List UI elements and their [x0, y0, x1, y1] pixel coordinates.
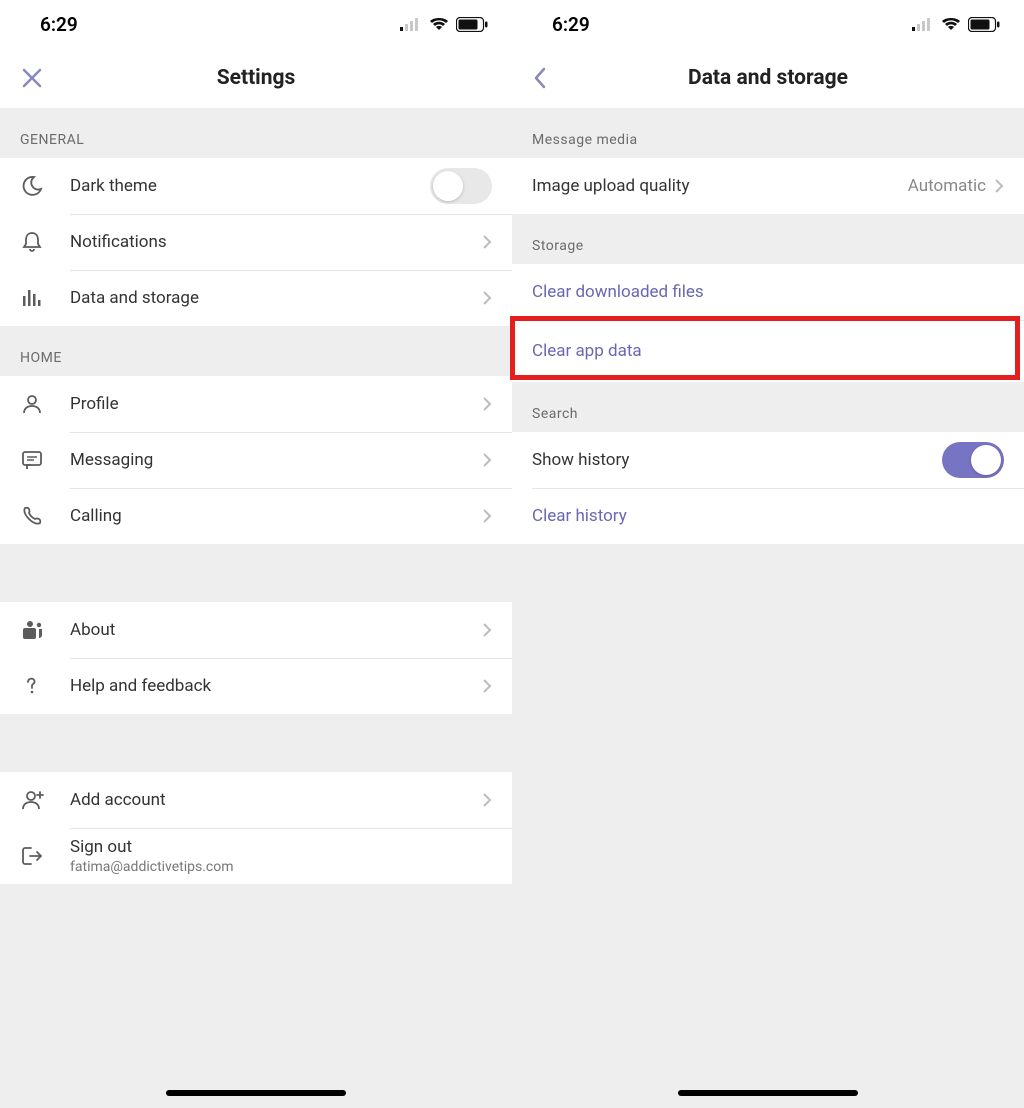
row-label: Help and feedback [70, 676, 482, 696]
signout-email: fatima@addictivetips.com [70, 859, 492, 875]
nav-bar: Settings [0, 48, 512, 108]
home-indicator[interactable] [678, 1090, 858, 1096]
chevron-right-icon [482, 452, 492, 468]
row-label: Data and storage [70, 288, 482, 308]
cellular-icon [912, 17, 934, 31]
row-about[interactable]: About [0, 602, 512, 658]
question-icon [20, 674, 70, 698]
data-storage-screen: 6:29 Data and storage Message media Imag… [512, 0, 1024, 1108]
status-indicators [400, 17, 488, 32]
teams-icon [20, 617, 70, 643]
row-label: Messaging [70, 450, 482, 470]
chat-icon [20, 448, 70, 472]
row-label: Sign out [70, 837, 492, 857]
dark-theme-toggle[interactable] [430, 168, 492, 204]
row-notifications[interactable]: Notifications [0, 214, 512, 270]
status-time: 6:29 [40, 13, 78, 36]
row-sign-out[interactable]: Sign out fatima@addictivetips.com [0, 828, 512, 884]
nav-bar: Data and storage [512, 48, 1024, 108]
phone-icon [20, 504, 70, 528]
row-image-quality[interactable]: Image upload quality Automatic [512, 158, 1024, 214]
close-icon [20, 66, 44, 90]
row-clear-history[interactable]: Clear history [512, 488, 1024, 544]
chevron-left-icon [532, 66, 548, 90]
bars-icon [20, 286, 70, 310]
status-bar: 6:29 [0, 0, 512, 48]
status-bar: 6:29 [512, 0, 1024, 48]
wifi-icon [941, 17, 961, 31]
signout-icon [20, 843, 70, 869]
row-label: Add account [70, 790, 482, 810]
chevron-right-icon [482, 792, 492, 808]
row-label: Calling [70, 506, 482, 526]
chevron-right-icon [482, 678, 492, 694]
section-header-media: Message media [512, 108, 1024, 158]
chevron-right-icon [482, 622, 492, 638]
add-person-icon [20, 787, 70, 813]
page-title: Settings [0, 66, 512, 90]
row-help[interactable]: Help and feedback [0, 658, 512, 714]
row-clear-app-data[interactable]: Clear app data [512, 320, 1024, 382]
row-dark-theme[interactable]: Dark theme [0, 158, 512, 214]
status-time: 6:29 [552, 13, 590, 36]
row-label: Image upload quality [532, 176, 908, 196]
show-history-toggle[interactable] [942, 442, 1004, 478]
row-clear-downloads[interactable]: Clear downloaded files [512, 264, 1024, 320]
row-label: Dark theme [70, 176, 430, 196]
row-show-history[interactable]: Show history [512, 432, 1024, 488]
battery-icon [456, 17, 488, 32]
chevron-right-icon [994, 178, 1004, 194]
section-header-home: HOME [0, 326, 512, 376]
chevron-right-icon [482, 290, 492, 306]
row-value: Automatic [908, 176, 986, 196]
row-label: Notifications [70, 232, 482, 252]
section-header-storage: Storage [512, 214, 1024, 264]
page-title: Data and storage [512, 66, 1024, 90]
status-indicators [912, 17, 1000, 32]
chevron-right-icon [482, 396, 492, 412]
row-add-account[interactable]: Add account [0, 772, 512, 828]
row-label: Profile [70, 394, 482, 414]
moon-icon [20, 174, 70, 198]
section-header-search: Search [512, 382, 1024, 432]
row-label: Clear history [532, 506, 1004, 526]
cellular-icon [400, 17, 422, 31]
row-label: About [70, 620, 482, 640]
chevron-right-icon [482, 508, 492, 524]
row-messaging[interactable]: Messaging [0, 432, 512, 488]
row-data-storage[interactable]: Data and storage [0, 270, 512, 326]
back-button[interactable] [532, 48, 548, 108]
row-label: Clear downloaded files [532, 282, 1004, 302]
bell-icon [20, 230, 70, 254]
row-calling[interactable]: Calling [0, 488, 512, 544]
chevron-right-icon [482, 234, 492, 250]
row-profile[interactable]: Profile [0, 376, 512, 432]
row-label: Clear app data [532, 341, 1004, 361]
home-indicator[interactable] [166, 1090, 346, 1096]
row-label: Show history [532, 450, 942, 470]
person-icon [20, 392, 70, 416]
settings-screen: 6:29 Settings GENERAL Dark t [0, 0, 512, 1108]
wifi-icon [429, 17, 449, 31]
battery-icon [968, 17, 1000, 32]
close-button[interactable] [20, 48, 44, 108]
section-header-general: GENERAL [0, 108, 512, 158]
